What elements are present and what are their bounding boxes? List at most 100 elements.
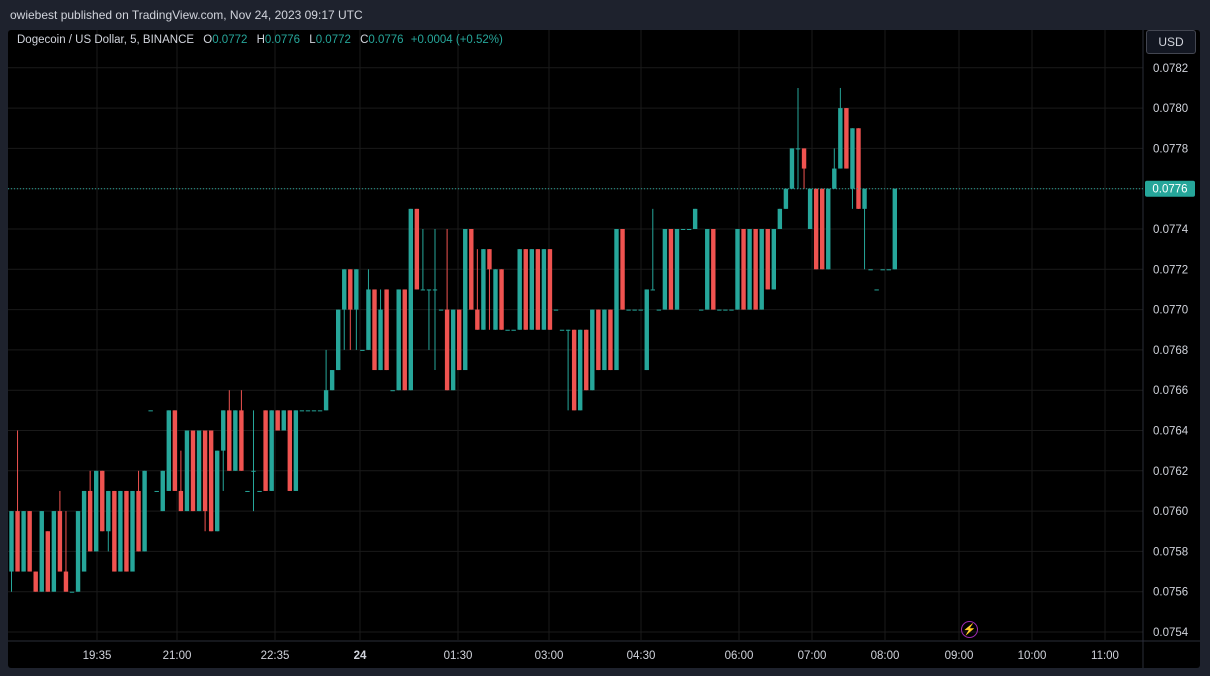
candle-body <box>481 249 486 330</box>
candle-body <box>336 309 341 371</box>
candle-body <box>444 309 450 391</box>
candle-body <box>850 128 855 189</box>
candle-body <box>396 289 401 391</box>
candle-body <box>106 490 111 532</box>
candle-body <box>100 470 105 532</box>
candle-body <box>251 470 256 472</box>
candle-body <box>263 410 268 491</box>
candle-body <box>838 108 843 169</box>
candle-body <box>856 128 861 209</box>
candle-body <box>692 208 698 229</box>
candle-body <box>420 289 426 291</box>
candle-body <box>517 249 522 330</box>
candle-body <box>717 309 722 311</box>
candle-body <box>844 108 849 169</box>
candle-body <box>414 208 420 290</box>
candle-body <box>39 511 44 592</box>
candle-body <box>820 188 825 270</box>
candle-body <box>269 410 274 491</box>
candle-body <box>293 410 299 491</box>
low-value: 0.0772 <box>315 34 351 46</box>
candle-body <box>686 229 692 230</box>
candle-body <box>765 229 770 290</box>
candle-body <box>142 470 147 552</box>
candle-body <box>27 511 32 572</box>
candle-body <box>547 249 553 330</box>
candle-body <box>729 309 734 311</box>
candle-body <box>620 229 625 310</box>
lightning-bolt-icon[interactable]: ⚡ <box>961 621 978 638</box>
candle-body <box>807 188 813 229</box>
candle-body <box>571 329 577 411</box>
close-value: 0.0776 <box>368 34 404 46</box>
candle-body <box>360 349 365 351</box>
x-tick-label: 10:00 <box>1018 650 1047 662</box>
candle-body <box>759 229 764 310</box>
candle-body <box>511 329 516 331</box>
y-tick-label: 0.0780 <box>1153 103 1188 115</box>
candle-body <box>438 309 444 311</box>
symbol-title: Dogecoin / US Dollar, 5, BINANCE <box>17 34 195 46</box>
y-tick-label: 0.0782 <box>1153 63 1188 75</box>
candle-body <box>523 249 528 330</box>
y-tick-label: 0.0762 <box>1153 466 1188 478</box>
y-tick-label: 0.0768 <box>1153 345 1188 357</box>
y-tick-label: 0.0772 <box>1153 264 1188 276</box>
candle-body <box>245 490 250 492</box>
candle-body <box>75 511 81 592</box>
candle-body <box>795 148 801 150</box>
candle-body <box>281 410 286 431</box>
candle-body <box>584 329 589 391</box>
candle-body <box>172 410 178 491</box>
candle-body <box>233 410 238 471</box>
candle-body <box>378 309 383 371</box>
y-tick-label: 0.0770 <box>1153 305 1188 317</box>
x-tick-label: 01:30 <box>444 650 473 662</box>
candle-body <box>329 370 335 391</box>
candle-body <box>166 410 171 491</box>
candle-body <box>868 269 873 271</box>
candle-body <box>202 430 208 512</box>
candle-body <box>626 309 631 311</box>
candle-body <box>136 490 141 552</box>
candle-body <box>348 269 353 310</box>
x-tick-label: 09:00 <box>945 650 974 662</box>
price-chart[interactable]: 0.0754 0.0756 0.0758 0.0760 0.0762 0.0764 0.07… <box>0 0 1210 676</box>
candle-body <box>801 148 807 169</box>
candle-body <box>596 309 601 371</box>
candle-body <box>469 229 474 310</box>
candle-body <box>94 470 99 552</box>
candle-body <box>87 490 93 552</box>
candle-body <box>257 490 262 492</box>
candle-body <box>317 410 323 412</box>
candle-body <box>130 490 135 572</box>
x-tick-label: 21:00 <box>163 650 192 662</box>
candle-body <box>535 249 541 330</box>
candle-body <box>668 229 674 310</box>
candle-body <box>541 249 547 330</box>
candle-body <box>674 229 680 310</box>
candle-body <box>323 390 329 411</box>
open-value: 0.0772 <box>212 34 248 46</box>
candle-body <box>711 229 716 310</box>
candle-body <box>354 269 359 310</box>
change-value: +0.0004 (+0.52%) <box>410 34 503 46</box>
candle-body <box>747 229 752 310</box>
candle-body <box>215 450 220 532</box>
candle-body <box>590 309 595 391</box>
candle-body <box>578 329 583 411</box>
candle-body <box>275 410 280 431</box>
currency-button[interactable]: USD <box>1146 30 1196 54</box>
candle-body <box>559 329 565 331</box>
x-tick-label: 24 <box>354 650 367 662</box>
y-tick-label: 0.0778 <box>1153 143 1188 155</box>
candle-body <box>154 490 159 492</box>
candle-body <box>699 309 704 311</box>
candle-body <box>450 309 456 391</box>
candle-body <box>112 490 117 572</box>
candle-body <box>426 289 432 291</box>
candle-body <box>342 269 347 310</box>
candle-body <box>118 490 123 572</box>
candle-body <box>741 229 746 310</box>
open-label: O <box>203 34 213 46</box>
